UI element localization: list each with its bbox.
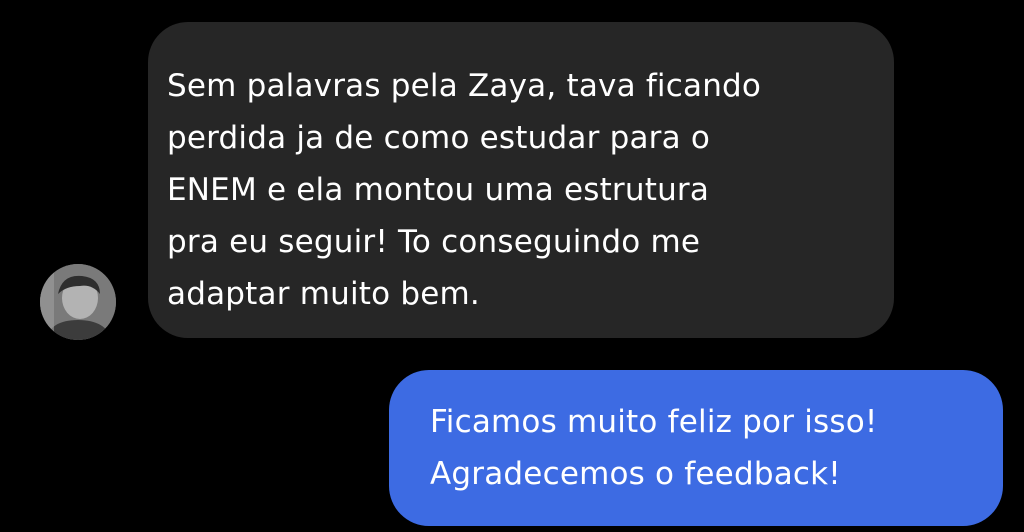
message-line: Ficamos muito feliz por isso! [430, 404, 878, 440]
message-line: Agradecemos o feedback! [430, 456, 841, 492]
received-message-bubble[interactable]: Sem palavras pela Zaya, tava ficando per… [148, 22, 894, 338]
message-line: ENEM e ela montou uma estrutura [167, 172, 710, 208]
message-line: perdida ja de como estudar para o [167, 120, 710, 156]
message-line: adaptar muito bem. [167, 276, 480, 312]
message-line: pra eu seguir! To conseguindo me [167, 224, 701, 260]
user-photo-icon [40, 264, 116, 340]
sent-message-bubble[interactable]: Ficamos muito feliz por isso! Agradecemo… [389, 370, 1003, 526]
message-line: Sem palavras pela Zaya, tava ficando [167, 68, 762, 104]
avatar[interactable] [40, 264, 116, 340]
